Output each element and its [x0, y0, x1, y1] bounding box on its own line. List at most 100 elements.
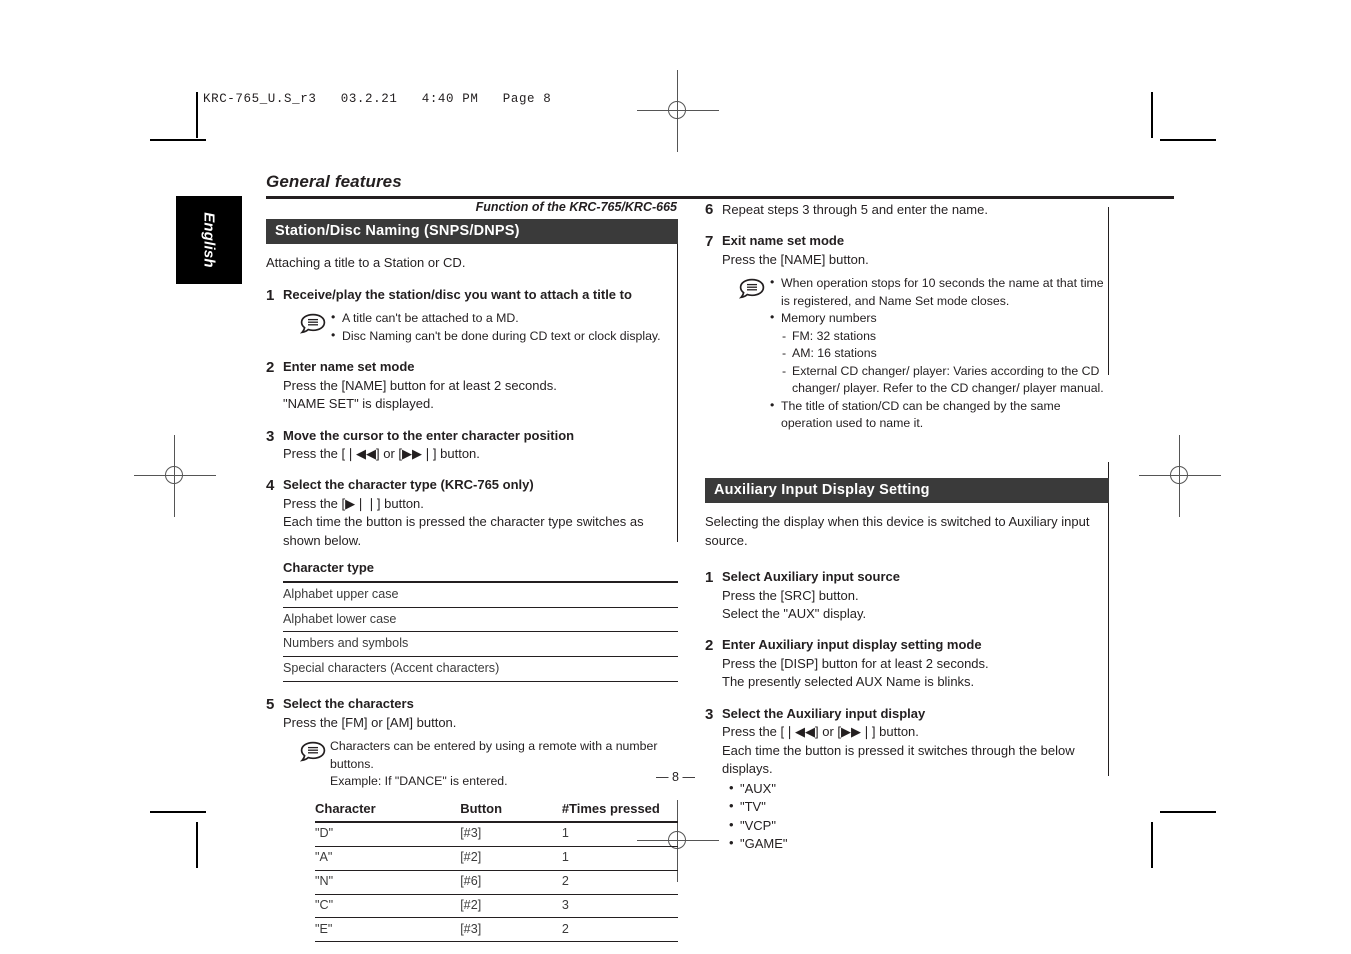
step-4-line-1: Press the [▶❘❘] button.	[283, 495, 424, 511]
step-4: 4 Select the character type (KRC-765 onl…	[266, 476, 678, 683]
aux-step-2-line-2: The presently selected AUX Name is blink…	[722, 674, 975, 690]
aux-step-3-line-1: Press the [❘◀◀] or [▶▶❘] button.	[722, 724, 919, 740]
aux-display-option-2: "TV"	[727, 797, 1109, 816]
step-3-number: 3	[266, 427, 275, 445]
function-note: Function of the KRC-765/KRC-665	[266, 200, 678, 214]
aux-step-2: 2 Enter Auxiliary input display setting …	[705, 636, 1109, 691]
crop-mark-bottom-left	[150, 811, 206, 813]
aux-step-2-line-1: Press the [DISP] button for at least 2 s…	[722, 655, 989, 671]
table-row: Alphabet lower case	[283, 607, 678, 633]
crop-mark-top-left	[150, 139, 206, 141]
table-row: "A" [#2] 1	[315, 846, 678, 871]
character-entry-header-button: Button	[460, 799, 562, 823]
step-7-note-sub-2: AM: 16 stations	[780, 345, 1109, 363]
step-1-note-text: A title can't be attached to a MD. Disc …	[330, 309, 678, 345]
character-type-row-4: Special characters (Accent characters)	[283, 656, 678, 683]
char-row-3-button: [#6]	[460, 870, 562, 895]
table-row: "E" [#3] 2	[315, 917, 678, 943]
step-6-number: 6	[705, 201, 714, 218]
character-type-table: Character type Alphabet upper case Alpha…	[283, 559, 678, 683]
step-7-note-text: When operation stops for 10 seconds the …	[769, 274, 1109, 433]
step-1-note-bullet-1: A title can't be attached to a MD.	[330, 309, 678, 327]
step-2-line-1: Press the [NAME] button for at least 2 s…	[283, 377, 557, 393]
registration-mark-left	[134, 435, 216, 517]
character-entry-header-character: Character	[315, 799, 461, 823]
section-aux-lead: Selecting the display when this device i…	[705, 514, 1090, 549]
crop-mark-top-right	[1160, 139, 1216, 141]
char-row-4-times: 3	[561, 894, 678, 919]
page-header: General features	[266, 172, 1174, 199]
char-row-4-button: [#2]	[460, 894, 562, 919]
char-row-2-times: 1	[561, 846, 678, 871]
manual-page: KRC-765_U.S_r3 03.2.21 4:40 PM Page 8 En…	[0, 0, 1351, 954]
character-entry-header-times: #Times pressed	[561, 799, 678, 823]
registration-mark-right	[1139, 435, 1221, 517]
step-7-line-1: Press the [NAME] button.	[722, 251, 869, 267]
step-1-note-bullet-2: Disc Naming can't be done during CD text…	[330, 327, 678, 345]
step-6-text: Repeat steps 3 through 5 and enter the n…	[722, 202, 988, 217]
step-4-line-2: Each time the button is pressed the char…	[283, 514, 644, 548]
step-7-number: 7	[705, 233, 714, 251]
page-title: General features	[266, 172, 402, 191]
table-row: Numbers and symbols	[283, 631, 678, 658]
table-row: Special characters (Accent characters)	[283, 656, 678, 683]
char-row-5-character: "E"	[315, 917, 461, 943]
char-row-2-character: "A"	[315, 846, 461, 871]
character-entry-table: Character Button #Times pressed "D" [#3]…	[315, 799, 678, 943]
char-row-4-character: "C"	[315, 894, 461, 919]
section-aux: Auxiliary Input Display Setting Selectin…	[705, 478, 1109, 853]
char-row-5-times: 2	[561, 917, 678, 943]
char-row-1-character: "D"	[315, 821, 461, 847]
aux-display-option-3: "VCP"	[727, 816, 1109, 835]
step-7-note-bullet-2: Memory numbers	[769, 309, 1109, 327]
table-row: "N" [#6] 2	[315, 870, 678, 895]
step-5-line-1: Press the [FM] or [AM] button.	[283, 714, 457, 730]
char-row-1-times: 1	[561, 821, 678, 847]
step-2-number: 2	[266, 359, 275, 377]
aux-step-1-line-2: Select the "AUX" display.	[722, 606, 867, 622]
step-5: 5 Select the characters Press the [FM] o…	[266, 695, 678, 943]
character-type-table-header: Character type	[283, 559, 678, 583]
step-1: 1 Receive/play the station/disc you want…	[266, 286, 678, 345]
char-row-1-button: [#3]	[460, 821, 562, 847]
section-header-naming: Station/Disc Naming (SNPS/DNPS)	[266, 219, 678, 244]
crop-mark-top-left-v	[196, 92, 198, 138]
page-number: — 8 —	[656, 770, 695, 784]
step-7-note: When operation stops for 10 seconds the …	[722, 274, 1109, 433]
print-header: KRC-765_U.S_r3 03.2.21 4:40 PM Page 8	[203, 92, 552, 106]
step-2-heading: Enter name set mode	[283, 359, 415, 375]
step-7-note-sub-1: FM: 32 stations	[780, 328, 1109, 346]
step-4-number: 4	[266, 477, 275, 495]
step-7-note-bullet-1: When operation stops for 10 seconds the …	[769, 274, 1109, 310]
step-1-number: 1	[266, 286, 275, 304]
step-1-heading: Receive/play the station/disc you want t…	[283, 286, 632, 302]
aux-step-3-heading: Select the Auxiliary input display	[722, 705, 926, 721]
step-7-note-bullet-3: The title of station/CD can be changed b…	[769, 397, 1109, 433]
aux-display-options: "AUX" "TV" "VCP" "GAME"	[727, 779, 1109, 854]
section-header-aux: Auxiliary Input Display Setting	[705, 478, 1109, 504]
language-side-tab: English	[176, 196, 242, 284]
step-2-line-2: "NAME SET" is displayed.	[283, 396, 434, 412]
table-row: "D" [#3] 1	[315, 821, 678, 847]
crop-mark-bottom-left-v	[196, 822, 198, 868]
crop-mark-bottom-right	[1160, 811, 1216, 813]
character-type-row-3: Numbers and symbols	[283, 631, 678, 658]
aux-step-2-number: 2	[705, 637, 714, 655]
title-rule	[266, 196, 1174, 199]
note-speech-bubble-icon	[299, 310, 330, 345]
function-note-text: Function of the KRC-765/KRC-665	[475, 200, 677, 214]
char-row-3-character: "N"	[315, 870, 461, 895]
step-3-heading: Move the cursor to the enter character p…	[283, 427, 575, 443]
character-type-row-1: Alphabet upper case	[283, 581, 678, 608]
aux-step-1: 1 Select Auxiliary input source Press th…	[705, 568, 1109, 623]
step-5-number: 5	[266, 696, 275, 714]
step-1-note: A title can't be attached to a MD. Disc …	[283, 309, 678, 345]
registration-mark-top	[637, 70, 719, 152]
char-row-5-button: [#3]	[460, 917, 562, 943]
aux-step-1-heading: Select Auxiliary input source	[722, 569, 900, 585]
aux-step-1-number: 1	[705, 569, 714, 587]
step-5-heading: Select the characters	[283, 696, 414, 712]
note-speech-bubble-icon	[738, 275, 769, 432]
step-5-note-line-1: Characters can be entered by using a rem…	[330, 739, 658, 771]
step-7: 7 Exit name set mode Press the [NAME] bu…	[705, 232, 1109, 432]
